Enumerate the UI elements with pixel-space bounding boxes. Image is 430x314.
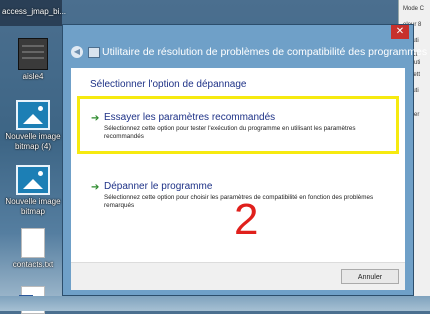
cancel-button[interactable]: Annuler xyxy=(341,269,399,284)
desktop-icon-label: Nouvelle image bitmap xyxy=(5,197,61,216)
desktop-icon-bitmap-4[interactable]: Nouvelle image bitmap (4) xyxy=(2,100,64,152)
green-arrow-icon: ➔ xyxy=(91,182,100,193)
desktop-top-item[interactable]: access_jmap_bi... xyxy=(0,0,66,26)
compatibility-troubleshooter-dialog: ✕ ◀ Utilitaire de résolution de problème… xyxy=(62,24,427,296)
desktop-wallpaper-strip xyxy=(0,296,430,311)
archive-icon xyxy=(18,38,48,70)
desktop-icon-label: aisle4 xyxy=(22,72,44,81)
troubleshooter-app-icon xyxy=(88,47,100,58)
desktop-icon-contacts[interactable]: contacts.txt xyxy=(2,228,64,270)
image-file-icon xyxy=(16,100,50,130)
option-title: Essayer les paramètres recommandés xyxy=(104,112,276,123)
desktop-icon-bitmap[interactable]: Nouvelle image bitmap xyxy=(2,165,64,217)
step-number-annotation: 2 xyxy=(234,195,259,244)
green-arrow-icon: ➔ xyxy=(91,113,100,124)
dialog-title: Utilitaire de résolution de problèmes de… xyxy=(102,46,428,58)
text-file-icon xyxy=(21,228,45,258)
dialog-content: Sélectionner l'option de dépannage ➔ Ess… xyxy=(71,68,405,290)
option-description: Sélectionnez cette option pour tester l'… xyxy=(104,125,356,140)
dialog-titlebar[interactable]: ✕ ◀ Utilitaire de résolution de problème… xyxy=(63,25,427,67)
desktop-icon-aisle4[interactable]: aisle4 xyxy=(2,38,64,82)
back-arrow-icon[interactable]: ◀ xyxy=(71,46,83,58)
image-file-icon xyxy=(16,165,50,195)
desktop-top-label: access_jmap_bi... xyxy=(2,7,67,16)
dialog-footer: Annuler xyxy=(71,262,405,290)
page-heading: Sélectionner l'option de dépannage xyxy=(90,79,247,90)
option-title: Dépanner le programme xyxy=(104,181,213,192)
desktop-icon-label: Nouvelle image bitmap (4) xyxy=(5,132,61,151)
close-button[interactable]: ✕ xyxy=(391,25,409,39)
desktop-icon-label: contacts.txt xyxy=(12,260,54,269)
background-window-line: Mode C xyxy=(403,6,425,12)
